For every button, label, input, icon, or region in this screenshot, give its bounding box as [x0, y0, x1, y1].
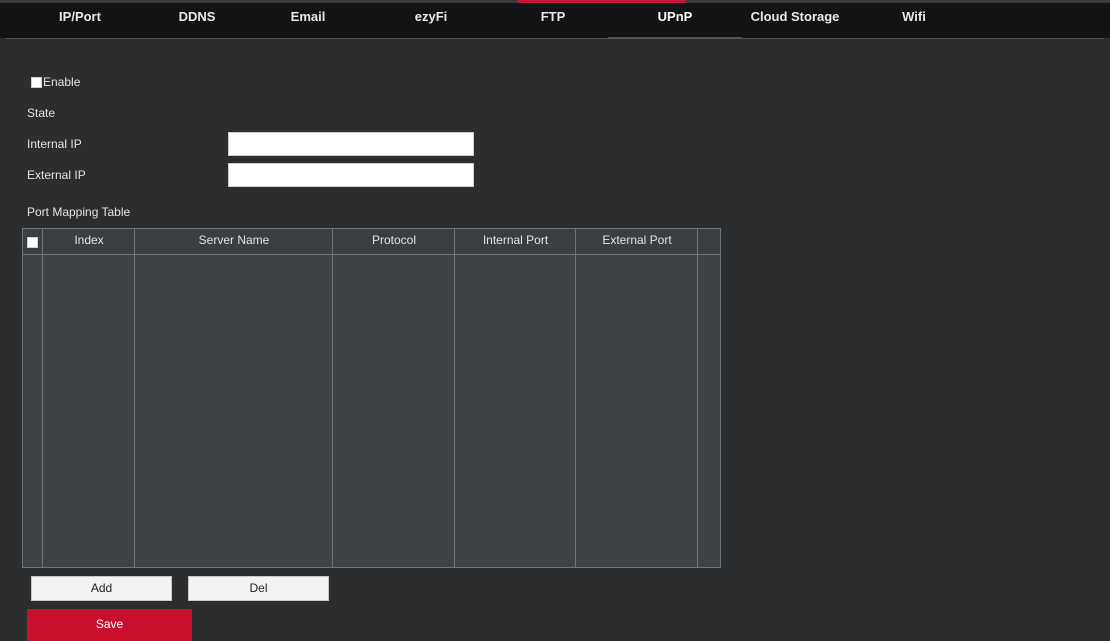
external-ip-input[interactable]: [228, 163, 474, 187]
column-divider: [575, 229, 576, 567]
port-mapping-table: Index Server Name Protocol Internal Port…: [22, 228, 721, 568]
column-divider: [454, 229, 455, 567]
column-divider: [134, 229, 135, 567]
tab-ezyfi[interactable]: ezyFi: [404, 7, 458, 39]
select-all-checkbox[interactable]: [27, 237, 38, 248]
column-divider: [42, 229, 43, 567]
tab-email[interactable]: Email: [280, 7, 336, 39]
tab-ip-port[interactable]: IP/Port: [50, 7, 110, 39]
column-divider: [697, 229, 698, 567]
column-header-index: Index: [74, 233, 104, 247]
column-header-protocol: Protocol: [371, 233, 417, 247]
enable-label: Enable: [43, 75, 81, 89]
internal-ip-input[interactable]: [228, 132, 474, 156]
tab-wifi[interactable]: Wifi: [896, 7, 932, 39]
internal-ip-label: Internal IP: [27, 137, 82, 151]
tab-cloud-storage[interactable]: Cloud Storage: [746, 7, 844, 39]
save-button[interactable]: Save: [27, 609, 192, 641]
state-label: State: [27, 106, 56, 120]
table-header: Index Server Name Protocol Internal Port…: [23, 229, 720, 255]
tab-ftp[interactable]: FTP: [528, 7, 578, 39]
del-button[interactable]: Del: [188, 576, 329, 601]
external-ip-label: External IP: [27, 168, 86, 182]
table-body: [23, 255, 720, 567]
enable-checkbox[interactable]: [31, 77, 42, 88]
tab-upnp[interactable]: UPnP: [608, 7, 742, 39]
add-button[interactable]: Add: [31, 576, 172, 601]
tab-bar: IP/Port DDNS Email ezyFi FTP UPnP Cloud …: [0, 0, 1110, 39]
column-divider: [332, 229, 333, 567]
column-header-server-name: Server Name: [198, 233, 270, 247]
tab-ddns[interactable]: DDNS: [170, 7, 224, 39]
port-mapping-title: Port Mapping Table: [27, 205, 131, 219]
tab-divider: [6, 38, 1104, 39]
column-header-internal-port: Internal Port: [482, 233, 549, 247]
tab-strip-highlight: [518, 0, 686, 3]
column-header-external-port: External Port: [602, 233, 672, 247]
